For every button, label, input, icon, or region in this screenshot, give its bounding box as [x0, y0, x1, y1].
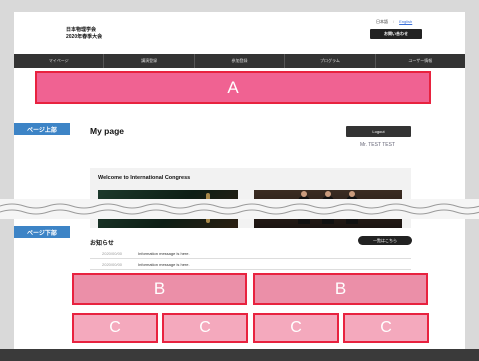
- notice-row[interactable]: 2020/00/00 Information message is here.: [90, 259, 411, 270]
- language-switcher: 日本語 / English: [376, 19, 412, 25]
- nav-item-presentation-registration[interactable]: 講演登録: [104, 54, 195, 68]
- user-name: Mr. TEST TEST: [360, 142, 396, 148]
- tag-page-bottom: ページ下部: [14, 226, 70, 238]
- notice-row[interactable]: 2020/00/00 Information message is here.: [90, 248, 411, 259]
- notice-message: Information message is here.: [138, 250, 190, 256]
- lang-separator: /: [393, 19, 395, 24]
- page-title: My page: [90, 126, 125, 136]
- contact-button[interactable]: お問い合わせ: [370, 29, 422, 39]
- annotation-area-b-left: B: [72, 273, 247, 305]
- lang-japanese-link[interactable]: 日本語: [376, 19, 388, 24]
- nav-item-mypage[interactable]: マイページ: [14, 54, 105, 68]
- notice-date: 2020/00/00: [102, 250, 123, 256]
- annotation-area-c-4: C: [343, 313, 429, 343]
- nav-item-user-info[interactable]: ユーザー情報: [376, 54, 465, 68]
- nav-item-participation-registration[interactable]: 参加登録: [195, 54, 286, 68]
- wave-divider-icon: [0, 203, 479, 215]
- main-nav: マイページ 講演登録 参加登録 プログラム ユーザー情報: [14, 54, 465, 68]
- notice-message: Information message is here.: [138, 261, 190, 267]
- tag-page-top: ページ上部: [14, 123, 70, 135]
- annotation-area-c-2: C: [162, 313, 248, 343]
- annotation-area-a: A: [35, 71, 431, 104]
- page-mockup: 日本物理学会 2020年春季大会 日本語 / English お問い合わせ マイペー…: [14, 12, 465, 361]
- annotation-area-c-1: C: [72, 313, 158, 343]
- notices-list-button[interactable]: 一覧はこちら: [358, 236, 412, 245]
- site-title-line2: 2020年春季大会: [66, 33, 103, 40]
- site-title[interactable]: 日本物理学会 2020年春季大会: [66, 27, 102, 40]
- notices-title: お知らせ: [90, 241, 114, 247]
- welcome-title: Welcome to International Congress: [98, 175, 191, 181]
- nav-item-program[interactable]: プログラム: [285, 54, 376, 68]
- page-break-divider: [0, 199, 479, 219]
- annotation-area-b-right: B: [253, 273, 428, 305]
- footer-bar: [0, 349, 479, 361]
- lang-english-link[interactable]: English: [399, 19, 412, 24]
- annotation-area-c-3: C: [253, 313, 339, 343]
- welcome-banner: Welcome to International Congress: [90, 168, 411, 228]
- notice-date: 2020/00/00: [102, 261, 123, 267]
- logout-button[interactable]: Logout: [346, 126, 411, 137]
